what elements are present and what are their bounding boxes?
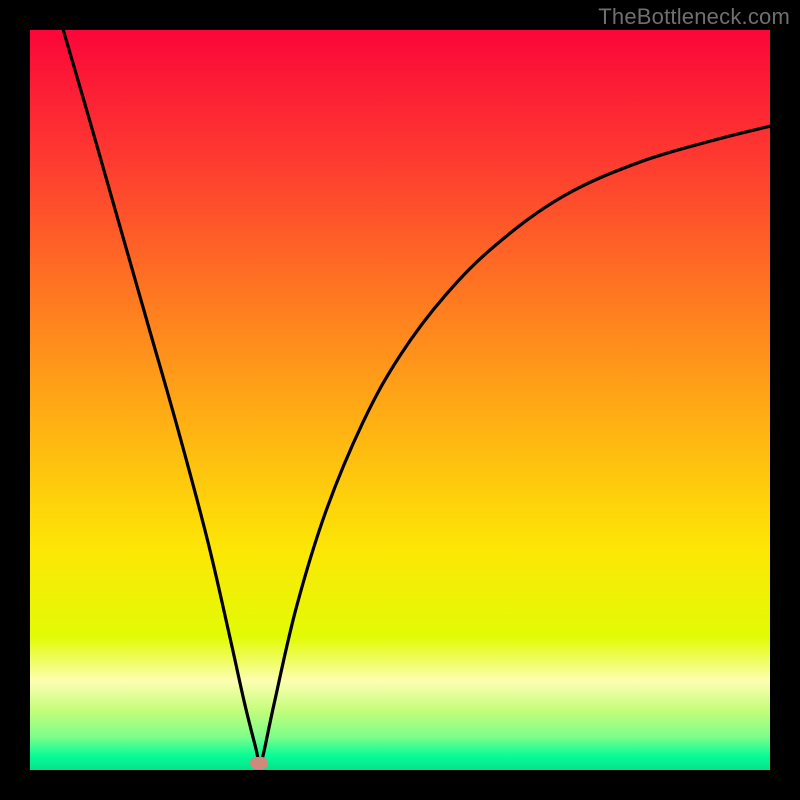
- plot-area: [30, 30, 770, 770]
- chart-frame: TheBottleneck.com: [0, 0, 800, 800]
- watermark-text: TheBottleneck.com: [598, 4, 790, 30]
- bottleneck-curve: [30, 30, 770, 770]
- optimum-marker-icon: [250, 757, 268, 769]
